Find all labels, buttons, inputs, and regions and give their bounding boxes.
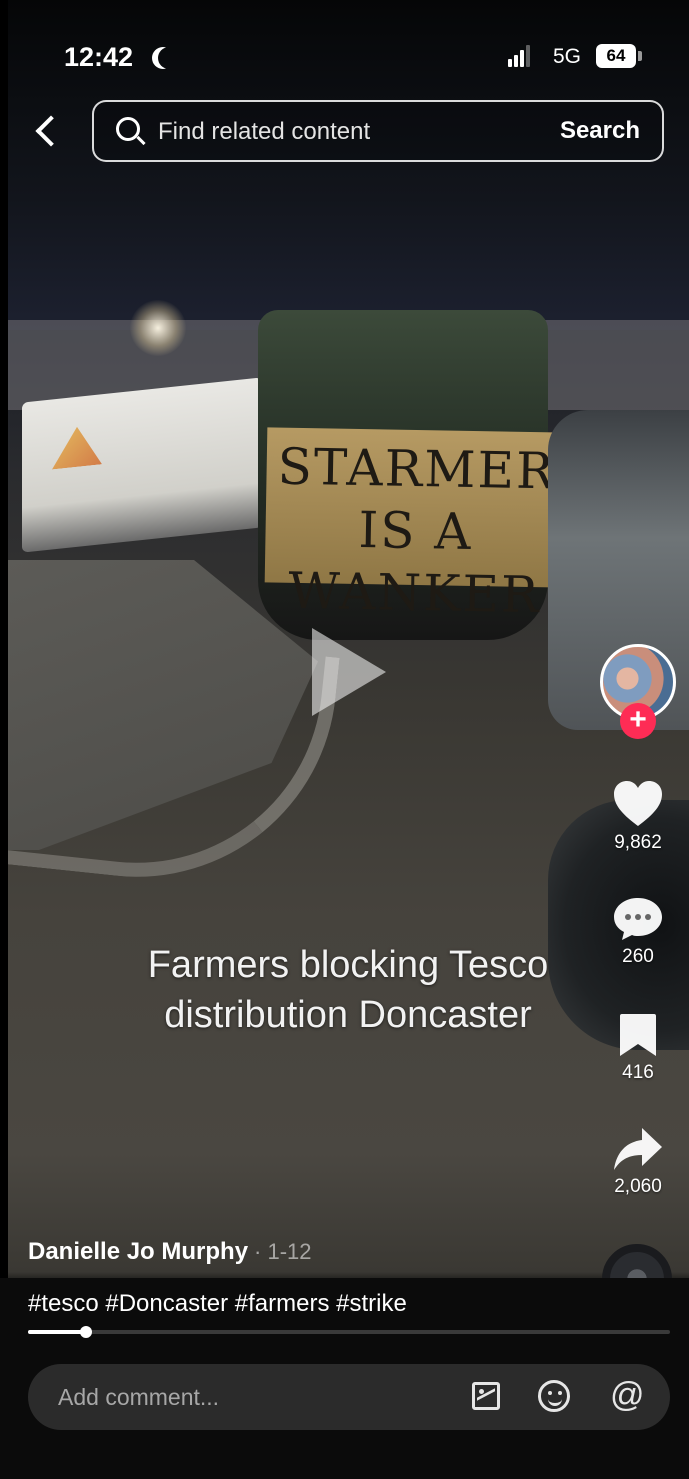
- delivery-truck: [22, 377, 262, 553]
- back-icon[interactable]: [30, 110, 64, 152]
- network-label: 5G: [553, 45, 582, 68]
- share-icon: [614, 1128, 662, 1170]
- kerb: [8, 623, 340, 897]
- progress-thumb[interactable]: [80, 1326, 92, 1338]
- signal-icon: [508, 45, 534, 67]
- comment-input[interactable]: Add comment...: [58, 1384, 219, 1411]
- comment-button[interactable]: 260: [598, 896, 678, 968]
- save-button[interactable]: 416: [598, 1012, 678, 1084]
- hashtags[interactable]: #tesco #Doncaster #farmers #strike: [28, 1290, 407, 1318]
- bookmark-icon: [620, 1014, 656, 1056]
- share-button[interactable]: 2,060: [598, 1126, 678, 1198]
- emoji-icon[interactable]: [538, 1380, 570, 1412]
- battery-icon: 64: [596, 44, 636, 68]
- video-caption: Farmers blocking Tesco distribution Donc…: [147, 944, 549, 1036]
- truck-logo: [52, 424, 102, 469]
- progress-track[interactable]: [28, 1330, 670, 1334]
- comment-bar[interactable]: Add comment... @: [28, 1364, 670, 1430]
- image-icon[interactable]: [472, 1382, 500, 1410]
- street-lamp: [130, 300, 186, 356]
- mention-icon[interactable]: @: [610, 1376, 645, 1415]
- protest-sign-text: STARMER IS A WANKER: [277, 437, 557, 625]
- share-count: 2,060: [614, 1176, 662, 1197]
- comment-icon: [614, 898, 662, 940]
- search-box[interactable]: Find related content Search: [92, 100, 664, 162]
- like-count: 9,862: [614, 832, 662, 853]
- post-date: · 1-12: [254, 1239, 312, 1264]
- search-input[interactable]: Find related content: [158, 118, 370, 146]
- status-time: 12:42: [64, 42, 134, 72]
- heart-icon: [614, 781, 662, 826]
- battery-tip: [638, 51, 642, 61]
- progress-fill: [28, 1330, 86, 1334]
- like-button[interactable]: 9,862: [598, 780, 678, 854]
- comment-count: 260: [622, 946, 654, 967]
- save-count: 416: [622, 1062, 654, 1083]
- moon-icon: [158, 47, 180, 69]
- author-line[interactable]: Danielle Jo Murphy · 1-12: [28, 1238, 312, 1266]
- author-name[interactable]: Danielle Jo Murphy: [28, 1238, 248, 1265]
- play-icon[interactable]: [312, 628, 386, 716]
- search-button[interactable]: Search: [560, 117, 640, 145]
- search-icon: [116, 117, 140, 141]
- follow-button[interactable]: +: [620, 703, 656, 739]
- protest-sign: STARMER IS A WANKER: [264, 427, 568, 624]
